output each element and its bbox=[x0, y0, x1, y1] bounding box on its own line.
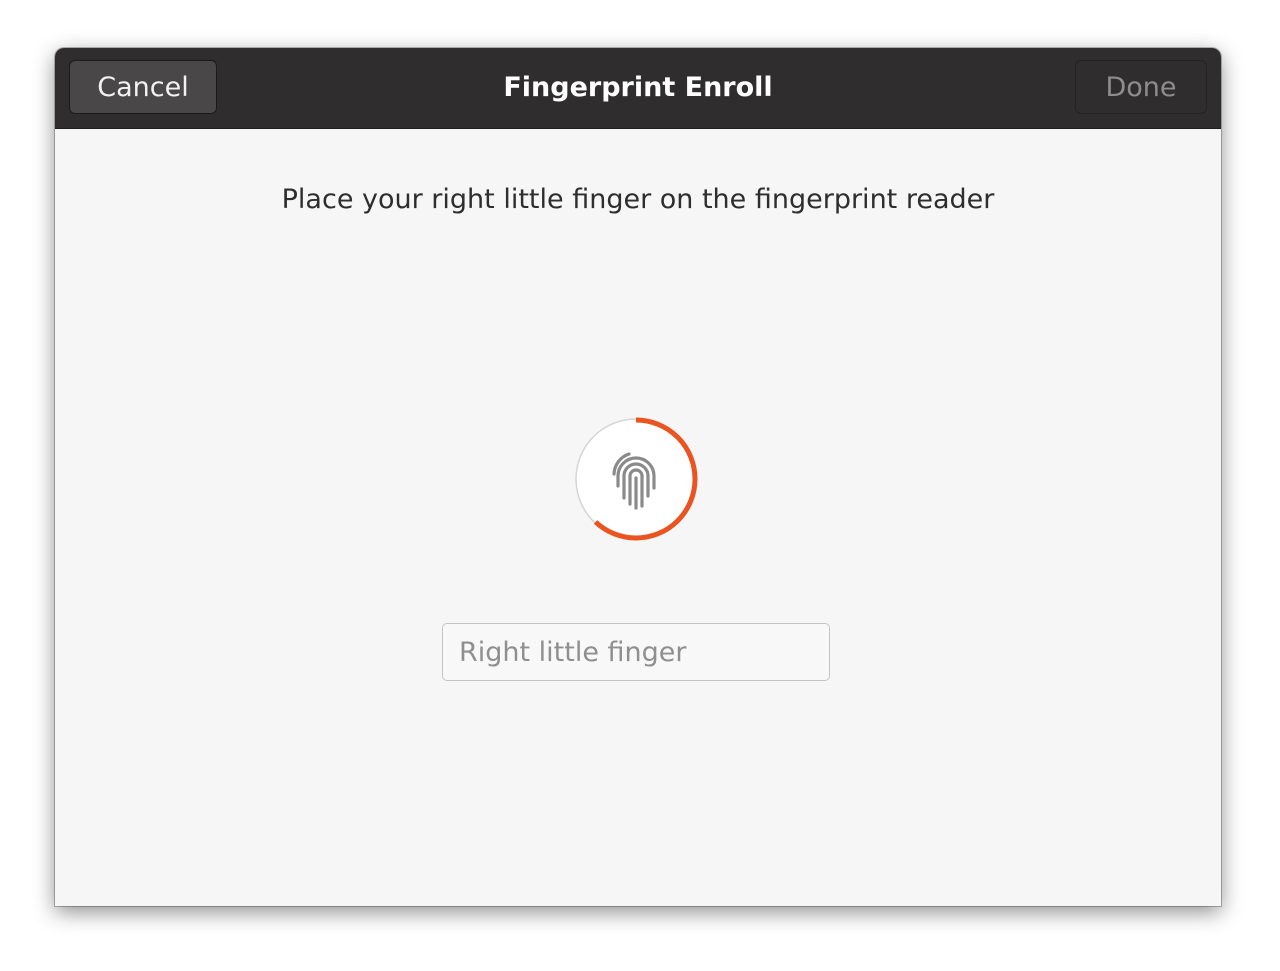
done-button-label: Done bbox=[1105, 71, 1177, 103]
cancel-button[interactable]: Cancel bbox=[69, 60, 217, 114]
enroll-instruction: Place your right little finger on the fi… bbox=[281, 184, 995, 215]
headerbar: Cancel Fingerprint Enroll Done bbox=[55, 48, 1221, 129]
fingerprint-enroll-dialog: Cancel Fingerprint Enroll Done Place you… bbox=[55, 48, 1221, 906]
done-button[interactable]: Done bbox=[1075, 60, 1207, 114]
cancel-button-label: Cancel bbox=[97, 71, 189, 103]
finger-name-input[interactable] bbox=[442, 623, 830, 681]
enroll-progress-indicator bbox=[574, 417, 698, 541]
dialog-title: Fingerprint Enroll bbox=[503, 72, 773, 103]
